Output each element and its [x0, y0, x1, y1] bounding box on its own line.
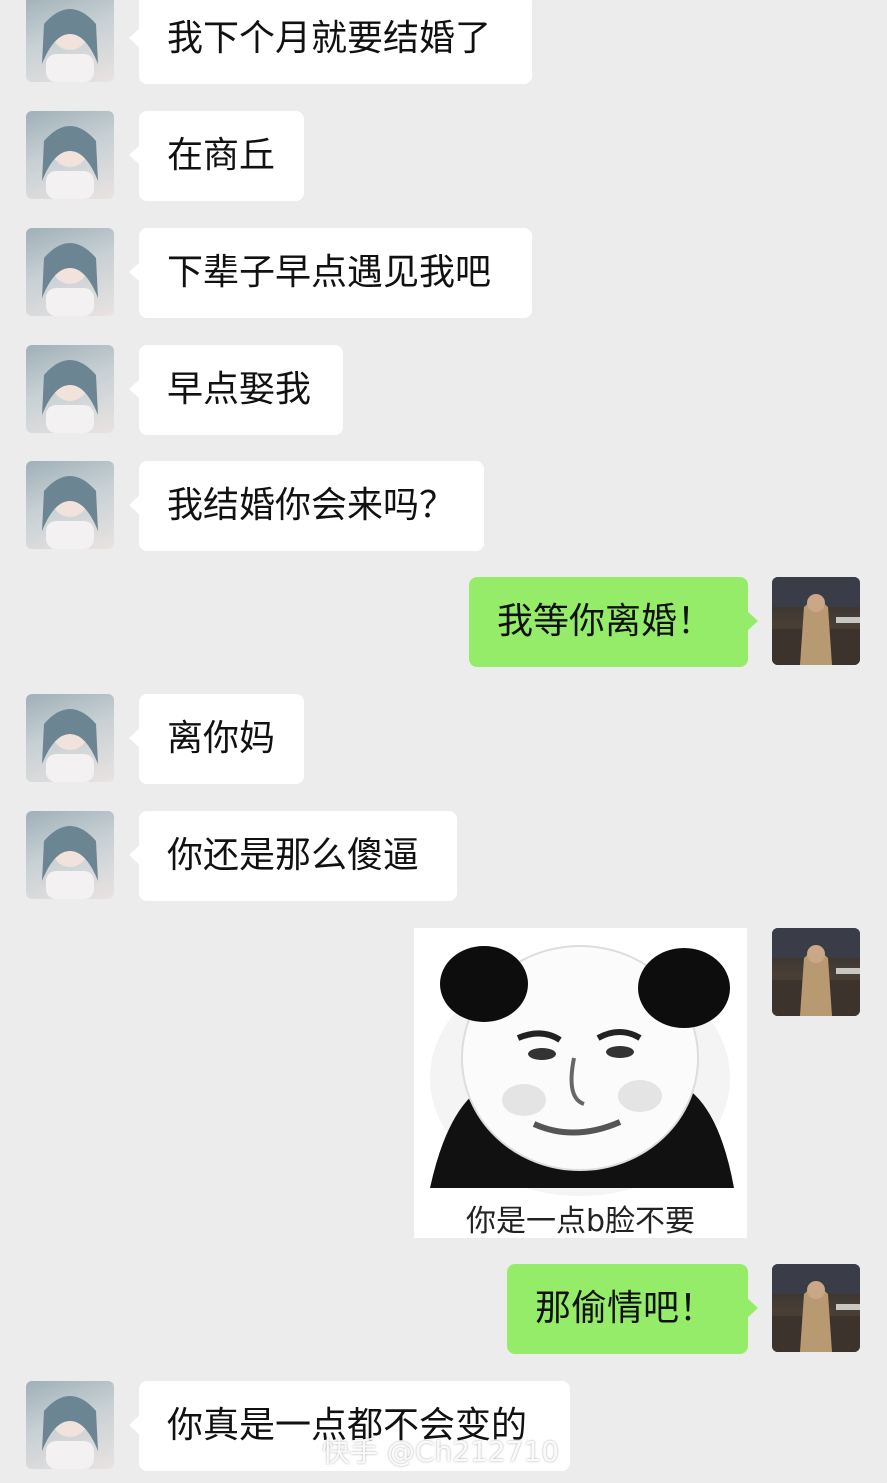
- my-avatar[interactable]: [772, 928, 860, 1016]
- my-avatar[interactable]: [772, 577, 860, 665]
- message-text: 我下个月就要结婚了: [167, 18, 492, 59]
- message-text: 我等你离婚！: [497, 601, 714, 642]
- message-bubble[interactable]: 离你妈: [129, 694, 304, 784]
- contact-avatar[interactable]: [26, 811, 114, 899]
- sticker-image[interactable]: 你是一点b脸不要: [414, 928, 747, 1239]
- message-text: 那偷情吧！: [535, 1288, 716, 1329]
- message-text: 早点娶我: [167, 369, 312, 410]
- message-bubble[interactable]: 下辈子早点遇见我吧: [129, 228, 532, 318]
- contact-avatar[interactable]: [26, 345, 114, 433]
- message-bubble[interactable]: 那偷情吧！: [507, 1264, 758, 1354]
- my-avatar[interactable]: [772, 1264, 860, 1352]
- contact-avatar[interactable]: [26, 1381, 114, 1469]
- message-bubble[interactable]: 你还是那么傻逼: [129, 811, 457, 901]
- message-bubble[interactable]: 早点娶我: [129, 345, 343, 435]
- contact-avatar[interactable]: [26, 694, 114, 782]
- watermark: 快手 @Ch212710: [322, 1435, 560, 1468]
- sticker-caption: 你是一点b脸不要: [465, 1204, 696, 1239]
- message-bubble[interactable]: 我下个月就要结婚了: [129, 0, 532, 84]
- contact-avatar[interactable]: [26, 228, 114, 316]
- message-bubble[interactable]: 在商丘: [129, 111, 304, 201]
- message-text: 离你妈: [167, 718, 276, 759]
- message-text: 你还是那么傻逼: [167, 835, 420, 876]
- contact-avatar[interactable]: [26, 0, 114, 82]
- message-bubble[interactable]: 我结婚你会来吗？: [129, 461, 484, 551]
- message-text: 下辈子早点遇见我吧: [167, 252, 492, 293]
- contact-avatar[interactable]: [26, 111, 114, 199]
- message-text: 在商丘: [167, 135, 276, 176]
- message-bubble[interactable]: 我等你离婚！: [469, 577, 758, 667]
- contact-avatar[interactable]: [26, 461, 114, 549]
- message-text: 我结婚你会来吗？: [167, 485, 456, 526]
